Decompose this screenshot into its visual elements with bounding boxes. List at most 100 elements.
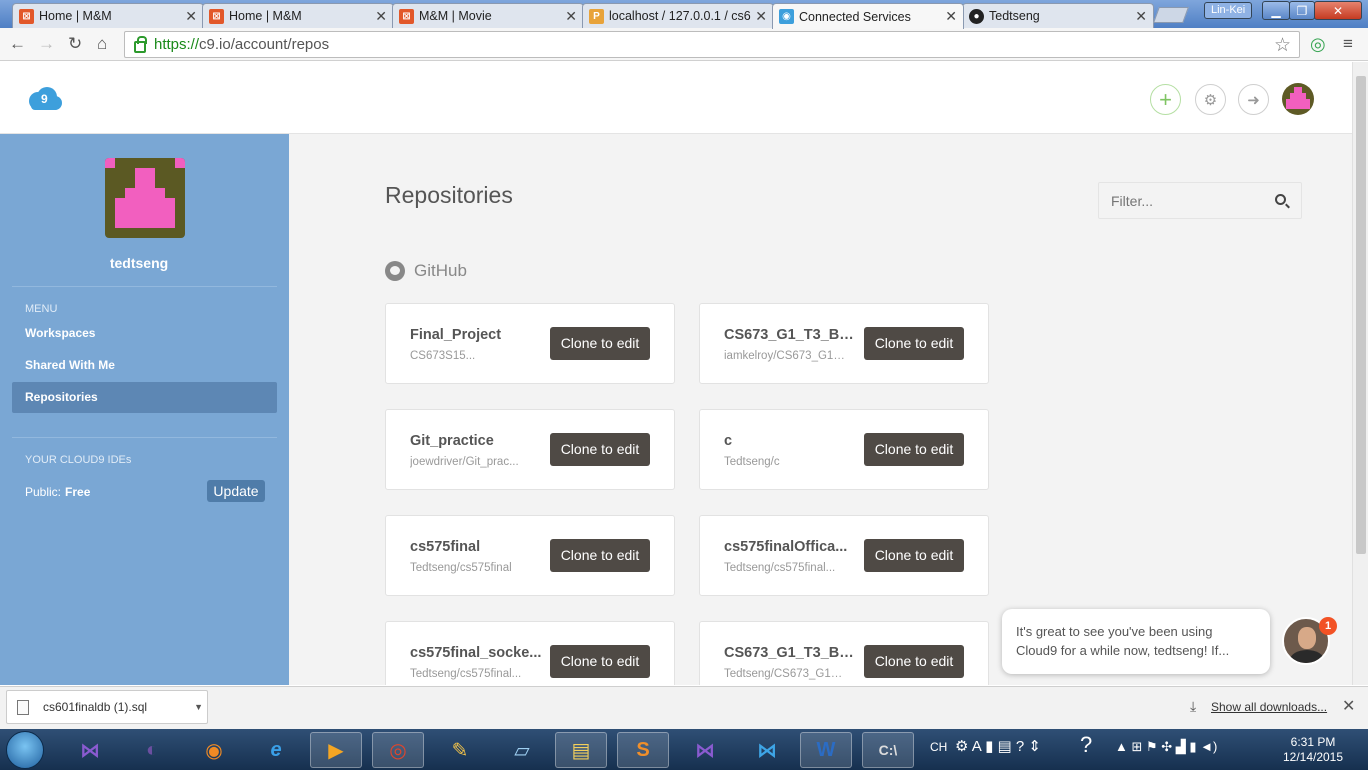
browser-tab[interactable]: ● Tedtseng ✕ <box>962 3 1154 28</box>
chrome-icon[interactable]: ◎ <box>372 732 424 768</box>
main-content: Repositories GitHub Final_Project CS673S… <box>289 134 1352 685</box>
close-tab-icon[interactable]: ✕ <box>945 8 957 25</box>
url-path: c9.io/account/repos <box>199 36 330 53</box>
reload-icon[interactable]: ↻ <box>68 34 82 54</box>
username: tedtseng <box>109 255 169 271</box>
chevron-down-icon[interactable]: ▼ <box>194 691 203 724</box>
repo-path: Tedtseng/cs575final <box>410 562 512 574</box>
forward-icon[interactable]: → <box>38 34 55 54</box>
ime-icons[interactable]: ⚙ A ▮ ▤ ? ⇕ <box>955 737 1041 755</box>
chat-message-bubble[interactable]: It's great to see you've been using Clou… <box>1002 609 1270 674</box>
vertical-scrollbar[interactable] <box>1352 62 1368 685</box>
clone-to-edit-button[interactable]: Clone to edit <box>550 433 650 466</box>
start-button[interactable] <box>6 731 44 769</box>
vs-code-icon[interactable]: ⋈ <box>741 732 793 768</box>
system-clock[interactable]: 6:31 PM 12/14/2015 <box>1278 735 1348 765</box>
language-indicator[interactable]: CH <box>930 740 947 754</box>
browser-tab[interactable]: ⊠ Home | M&M ✕ <box>202 3 394 28</box>
new-tab-button[interactable] <box>1153 7 1189 23</box>
menu-icon[interactable]: ≡ <box>1343 34 1353 54</box>
sidebar-item-shared[interactable]: Shared With Me <box>12 350 277 381</box>
repo-card: cs575finalOffica... Tedtseng/cs575final.… <box>699 515 989 596</box>
repo-name: cs575final <box>410 539 481 555</box>
sublime-text-icon[interactable]: S <box>617 732 669 768</box>
close-tab-icon[interactable]: ✕ <box>755 8 767 25</box>
bookmark-star-icon[interactable]: ☆ <box>1274 34 1291 57</box>
maximize-window-button[interactable]: ❐ <box>1289 1 1315 20</box>
firefox-icon[interactable]: ◉ <box>188 732 240 768</box>
xampp-favicon-icon: ⊠ <box>209 8 224 24</box>
download-item[interactable]: cs601finaldb (1).sql ▼ <box>6 690 208 724</box>
close-tab-icon[interactable]: ✕ <box>565 8 577 25</box>
repo-card: cs575final Tedtseng/cs575final Clone to … <box>385 515 675 596</box>
cloud9-logo-icon[interactable]: 9 <box>25 86 63 112</box>
minimize-window-button[interactable]: ▁ <box>1262 1 1290 20</box>
repo-card: c Tedtseng/c Clone to edit <box>699 409 989 490</box>
sidebar-item-workspaces[interactable]: Workspaces <box>12 318 277 349</box>
filter-input[interactable] <box>1098 182 1302 219</box>
url-scheme: https:// <box>154 36 200 53</box>
logout-icon[interactable]: ➜ <box>1238 84 1269 115</box>
repo-path: joewdriver/Git_prac... <box>410 456 519 468</box>
close-icon[interactable]: ✕ <box>1342 696 1355 716</box>
command-prompt-icon[interactable]: C:\ <box>862 732 914 768</box>
eclipse-icon[interactable]: ◐ <box>126 732 178 768</box>
visual-studio-icon[interactable]: ⋈ <box>64 732 116 768</box>
divider <box>12 286 277 287</box>
scrollbar-thumb[interactable] <box>1356 76 1366 554</box>
back-icon[interactable]: ← <box>9 34 26 54</box>
internet-explorer-icon[interactable]: e <box>250 732 302 768</box>
clone-to-edit-button[interactable]: Clone to edit <box>864 433 964 466</box>
tab-title: Home | M&M <box>229 9 302 23</box>
page-viewport: 9 + ⚙ ➜ tedtseng MENU Workspaces Shared … <box>0 62 1352 685</box>
repo-card: Git_practice joewdriver/Git_prac... Clon… <box>385 409 675 490</box>
file-explorer-icon[interactable]: ▤ <box>555 732 607 768</box>
close-tab-icon[interactable]: ✕ <box>1135 8 1147 25</box>
sidebar-item-repositories[interactable]: Repositories <box>12 382 277 413</box>
address-bar[interactable]: https://c9.io/account/repos ☆ <box>124 31 1300 58</box>
show-all-downloads-link[interactable]: Show all downloads... <box>1211 700 1327 714</box>
browser-tab[interactable]: P localhost / 127.0.0.1 / cs6 ✕ <box>582 3 774 28</box>
divider <box>12 437 277 438</box>
github-icon <box>385 261 405 281</box>
close-tab-icon[interactable]: ✕ <box>375 8 387 25</box>
browser-tab[interactable]: ⊠ Home | M&M ✕ <box>12 3 204 28</box>
word-icon[interactable]: W <box>800 732 852 768</box>
create-workspace-button[interactable]: + <box>1150 84 1181 115</box>
extension-icon[interactable]: ◎ <box>1310 34 1326 55</box>
browser-toolbar: ← → ↻ ⌂ https://c9.io/account/repos ☆ ◎ … <box>0 28 1368 61</box>
tab-strip: ⊠ Home | M&M ✕ ⊠ Home | M&M ✕ ⊠ M&M | Mo… <box>0 0 1368 29</box>
notes-icon[interactable]: ▱ <box>496 732 548 768</box>
update-plan-button[interactable]: Update <box>207 480 265 502</box>
cloud9-favicon-icon: ◉ <box>779 9 794 24</box>
chat-line: It's great to see you've been using <box>1016 624 1213 639</box>
plan-value: Free <box>65 485 91 499</box>
repo-path: Tedtseng/CS673_G1_T... <box>724 668 846 680</box>
clone-to-edit-button[interactable]: Clone to edit <box>550 327 650 360</box>
ides-heading: YOUR CLOUD9 IDEs <box>25 454 132 466</box>
repo-path: Tedtseng/cs575final... <box>410 668 522 680</box>
browser-tab-active[interactable]: ◉ Connected Services ✕ <box>772 3 964 29</box>
close-tab-icon[interactable]: ✕ <box>185 8 197 25</box>
clone-to-edit-button[interactable]: Clone to edit <box>864 645 964 678</box>
close-window-button[interactable]: ✕ <box>1314 1 1362 20</box>
plan-label: Public: <box>25 485 62 499</box>
settings-gear-icon[interactable]: ⚙ <box>1195 84 1226 115</box>
paint-icon[interactable]: ✎ <box>434 732 486 768</box>
search-icon[interactable] <box>1275 194 1286 205</box>
clone-to-edit-button[interactable]: Clone to edit <box>550 539 650 572</box>
user-avatar[interactable] <box>1282 83 1314 115</box>
clock-date: 12/14/2015 <box>1282 750 1344 764</box>
tab-title: Connected Services <box>799 9 911 24</box>
clone-to-edit-button[interactable]: Clone to edit <box>550 645 650 678</box>
downloads-bar: cs601finaldb (1).sql ▼ ⤓ Show all downlo… <box>0 686 1368 729</box>
home-icon[interactable]: ⌂ <box>97 34 107 54</box>
visual-studio-icon[interactable]: ⋈ <box>679 732 731 768</box>
clone-to-edit-button[interactable]: Clone to edit <box>864 327 964 360</box>
media-player-icon[interactable]: ▶ <box>310 732 362 768</box>
help-icon[interactable]: ? <box>1080 732 1092 758</box>
svg-text:9: 9 <box>41 92 48 106</box>
clone-to-edit-button[interactable]: Clone to edit <box>864 539 964 572</box>
browser-tab[interactable]: ⊠ M&M | Movie ✕ <box>392 3 584 28</box>
tray-icons[interactable]: ▲ ⊞ ⚑ ✣ ▟ ▮ ◄) <box>1115 739 1217 755</box>
